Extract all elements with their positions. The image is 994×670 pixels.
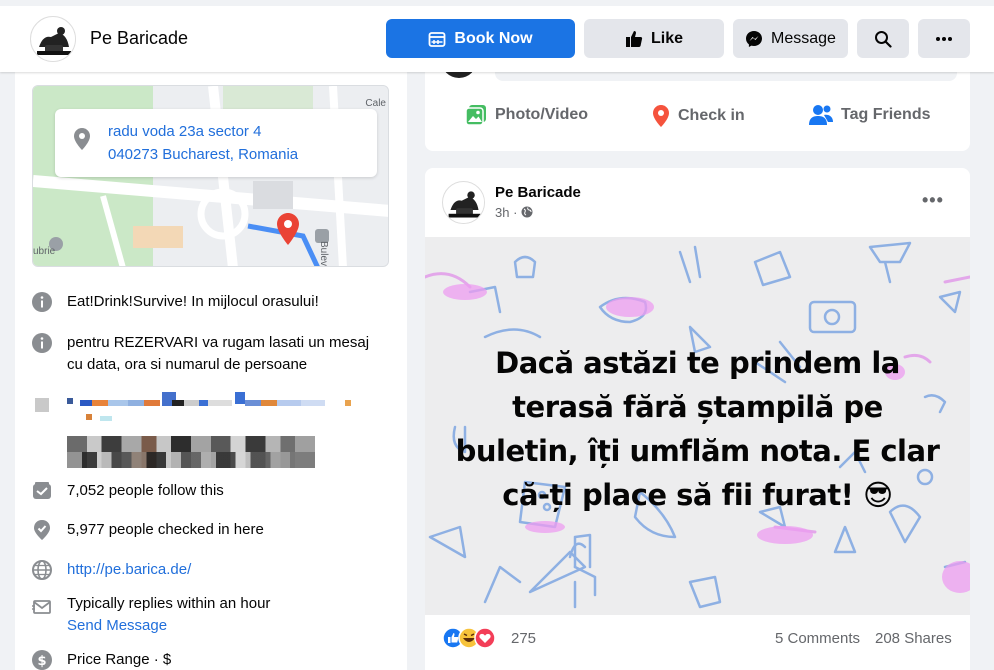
calendar-icon — [428, 31, 446, 47]
info-icon — [32, 292, 52, 312]
price-range-text: Price Range · $ — [67, 651, 172, 668]
like-button[interactable]: Like — [584, 19, 724, 58]
reply-envelope-icon — [32, 600, 51, 614]
like-label: Like — [650, 29, 683, 47]
page-name[interactable]: Pe Baricade — [90, 28, 188, 49]
reaction-icons[interactable] — [442, 627, 504, 649]
more-dots-icon — [936, 36, 952, 41]
public-globe-icon — [521, 206, 533, 218]
website-link[interactable]: http://pe.barica.de/ — [67, 559, 387, 581]
map-label-ubrie: ubrie — [33, 246, 56, 257]
about-card: Cale Bulev ubrie radu voda 23a sector 4 … — [15, 72, 407, 670]
tag-friends-button[interactable]: Tag Friends — [809, 104, 931, 126]
post-author-name[interactable]: Pe Baricade — [495, 184, 581, 201]
page-header: Pe Baricade Book Now Like Message — [0, 0, 994, 72]
post-footer: 275 5 Comments 208 Shares — [425, 615, 970, 663]
photo-icon — [465, 105, 486, 126]
location-map[interactable]: Cale Bulev ubrie radu voda 23a sector 4 … — [32, 85, 389, 267]
reply-time-text: Typically replies within an hour — [67, 595, 271, 612]
reservations-text: pentru REZERVARI va rugam lasati un mesa… — [67, 334, 370, 373]
comments-count[interactable]: 5 Comments — [775, 630, 860, 647]
followers-text[interactable]: 7,052 people follow this — [67, 480, 387, 502]
search-button[interactable] — [857, 19, 909, 58]
check-in-icon — [653, 105, 669, 127]
info-icon — [32, 333, 52, 353]
address-line-1[interactable]: radu voda 23a sector 4 — [108, 123, 261, 140]
tag-friends-icon — [809, 105, 833, 125]
svg-text:$: $ — [37, 654, 46, 669]
post-text: Dacă astăzi te prindem la terasă fără șt… — [455, 346, 940, 512]
address-line-2[interactable]: 040273 Bucharest, Romania — [108, 146, 298, 163]
love-reaction-icon — [474, 627, 496, 649]
book-now-label: Book Now — [454, 29, 533, 47]
post-card: Pe Baricade 3h · ••• Dacă astăzi te prin… — [425, 168, 970, 670]
more-options-button[interactable] — [918, 19, 970, 58]
check-in-label: Check in — [678, 107, 745, 124]
photo-video-label: Photo/Video — [495, 106, 589, 123]
send-message-link[interactable]: Send Message — [67, 615, 387, 637]
shares-count[interactable]: 208 Shares — [875, 630, 952, 647]
check-in-button[interactable]: Check in — [652, 104, 745, 128]
followers-icon — [33, 482, 51, 499]
post-author-avatar[interactable] — [442, 181, 485, 224]
map-label-bulev: Bulev — [318, 241, 329, 267]
checkins-text: 5,977 people checked in here — [67, 521, 264, 538]
tagline-text: Eat!Drink!Survive! In mijlocul orasului! — [67, 293, 319, 310]
compose-card: Photo/Video Check in Tag Friends — [425, 64, 970, 151]
location-pin-icon — [74, 128, 90, 150]
photo-video-button[interactable]: Photo/Video — [465, 104, 588, 126]
address-box[interactable]: radu voda 23a sector 4 040273 Bucharest,… — [55, 109, 377, 177]
reaction-count[interactable]: 275 — [511, 630, 536, 647]
composer-input[interactable] — [495, 72, 957, 81]
checkin-pin-icon — [34, 520, 50, 540]
page-logo[interactable] — [30, 16, 76, 62]
price-icon: $ — [32, 650, 52, 670]
globe-icon — [32, 560, 52, 580]
post-image[interactable]: Dacă astăzi te prindem la terasă fără șt… — [425, 237, 970, 615]
redacted-area — [32, 392, 352, 472]
book-now-button[interactable]: Book Now — [386, 19, 575, 58]
post-timestamp[interactable]: 3h · — [495, 205, 533, 220]
message-label: Message — [771, 29, 836, 47]
post-more-options-button[interactable]: ••• — [922, 190, 944, 211]
messenger-icon — [746, 30, 763, 47]
tag-friends-label: Tag Friends — [841, 106, 931, 123]
thumbs-up-icon — [625, 30, 643, 47]
message-button[interactable]: Message — [733, 19, 848, 58]
map-pin-icon — [277, 213, 299, 245]
map-label-cale: Cale — [365, 98, 386, 109]
post-time-text: 3h · — [495, 205, 518, 220]
search-icon — [875, 30, 892, 48]
